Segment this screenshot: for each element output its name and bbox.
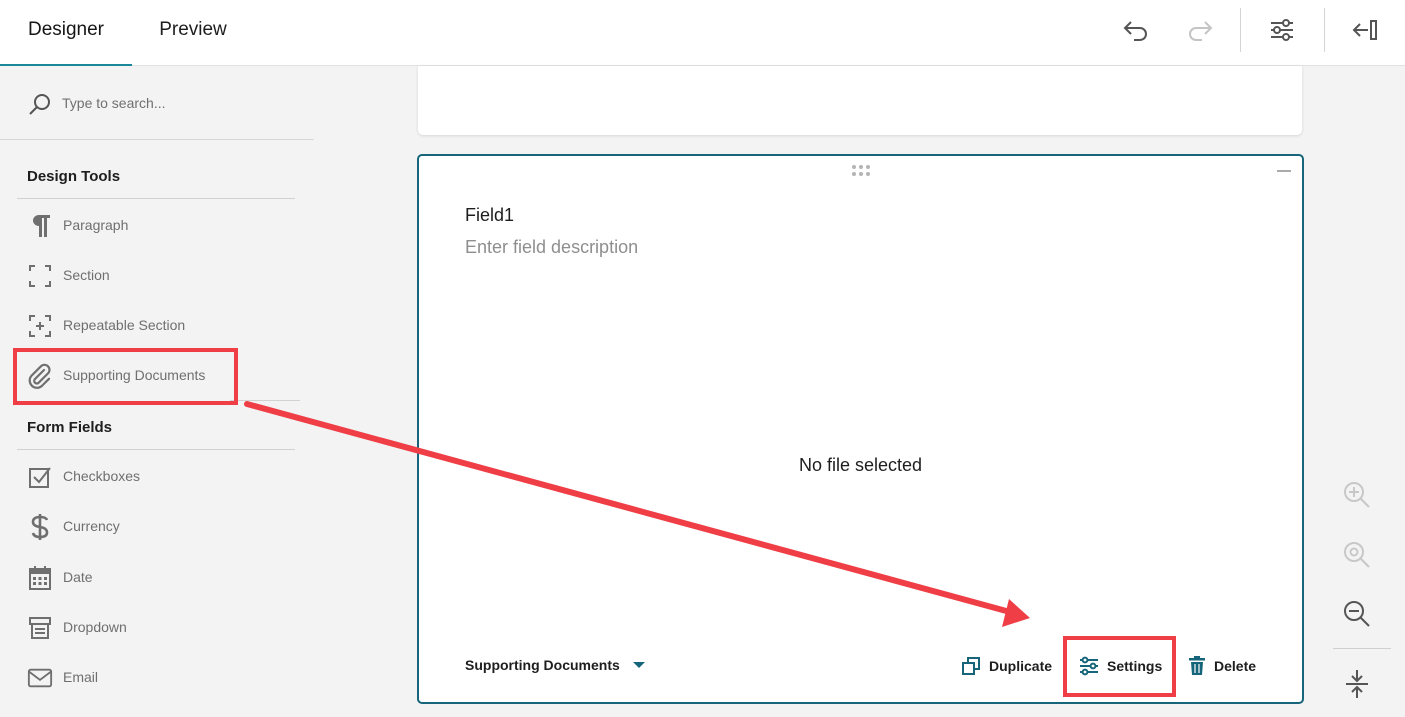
fit-vertical-icon (1346, 670, 1368, 698)
minimize-icon[interactable] (1277, 170, 1291, 172)
tool-paragraph[interactable]: Paragraph (17, 203, 295, 249)
toolbox-sidebar: Design Tools Paragraph Section Repeatabl… (0, 66, 316, 717)
delete-button[interactable]: Delete (1188, 654, 1256, 678)
paperclip-icon (27, 363, 53, 389)
tool-label: Dropdown (63, 619, 127, 635)
tool-checkboxes[interactable]: Checkboxes (17, 454, 295, 500)
undo-button[interactable] (1114, 10, 1158, 50)
collapse-panel-icon (1352, 20, 1377, 40)
zoom-reset-icon (1344, 542, 1370, 568)
tool-dropdown[interactable]: Dropdown (17, 605, 295, 651)
no-file-selected-text: No file selected (798, 455, 923, 475)
previous-field-card[interactable] (418, 66, 1302, 135)
settings-sliders-icon (1080, 656, 1098, 676)
toolbar-divider (1324, 8, 1325, 52)
drag-handle-icon[interactable] (851, 164, 871, 178)
form-settings-button[interactable] (1260, 10, 1304, 50)
dollar-icon (27, 514, 53, 540)
calendar-icon (27, 565, 53, 591)
tool-repeatable-section[interactable]: Repeatable Section (17, 303, 295, 349)
settings-sliders-icon (1271, 19, 1293, 41)
fit-vertical-button[interactable] (1338, 665, 1376, 703)
zoom-reset-button[interactable] (1338, 536, 1376, 574)
field-title[interactable]: Field1 (465, 205, 514, 226)
section-icon (27, 263, 53, 289)
checkbox-icon (27, 464, 53, 490)
tab-designer[interactable]: Designer (0, 0, 132, 66)
tool-label: Currency (63, 518, 120, 534)
search-input[interactable] (62, 90, 292, 116)
caret-down-icon (632, 662, 645, 668)
tool-label: Paragraph (63, 217, 129, 233)
redo-button[interactable] (1178, 10, 1222, 50)
envelope-icon (27, 665, 53, 691)
supporting-documents-field-card[interactable]: Field1 Enter field description No file s… (417, 154, 1304, 704)
field-type-label: Supporting Documents (465, 657, 620, 673)
zoom-in-button[interactable] (1338, 476, 1376, 514)
tool-label: Supporting Documents (63, 367, 206, 383)
duplicate-button[interactable]: Duplicate (961, 654, 1052, 678)
heading-divider (17, 198, 295, 199)
tool-currency[interactable]: Currency (17, 504, 295, 550)
top-bar: Designer Preview (0, 0, 1405, 66)
design-tools-heading: Design Tools (27, 168, 121, 185)
heading-divider (230, 400, 300, 401)
tool-label: Date (63, 569, 93, 585)
field-description[interactable]: Enter field description (465, 237, 638, 258)
duplicate-label: Duplicate (989, 658, 1053, 674)
zoom-out-button[interactable] (1338, 595, 1376, 633)
heading-divider (17, 449, 295, 450)
paragraph-icon (27, 213, 53, 239)
tool-label: Email (63, 669, 99, 685)
zoom-in-icon (1344, 482, 1370, 508)
toolbar-divider (1240, 8, 1241, 52)
field-type-dropdown[interactable]: Supporting Documents (465, 657, 646, 673)
tool-supporting-documents[interactable]: Supporting Documents (17, 353, 295, 399)
tool-email[interactable]: Email (17, 655, 295, 701)
trash-icon (1189, 656, 1205, 675)
search-icon (29, 94, 50, 115)
duplicate-icon (962, 657, 980, 675)
zoom-out-icon (1344, 601, 1370, 627)
toolbox-search (0, 66, 314, 140)
collapse-panel-button[interactable] (1343, 10, 1387, 50)
tab-preview[interactable]: Preview (132, 0, 254, 66)
form-fields-heading: Form Fields (27, 419, 113, 436)
dropdown-icon (27, 615, 53, 641)
settings-label: Settings (1107, 658, 1163, 674)
tool-label: Section (63, 267, 110, 283)
repeatable-section-icon (27, 313, 53, 339)
settings-button[interactable]: Settings (1079, 654, 1162, 678)
tool-date[interactable]: Date (17, 555, 295, 601)
zoom-divider (1333, 648, 1391, 649)
delete-label: Delete (1214, 658, 1257, 674)
redo-icon (1189, 21, 1213, 41)
undo-icon (1123, 21, 1147, 41)
tool-section[interactable]: Section (17, 253, 295, 299)
tool-label: Checkboxes (63, 468, 141, 484)
tool-label: Repeatable Section (63, 317, 186, 333)
